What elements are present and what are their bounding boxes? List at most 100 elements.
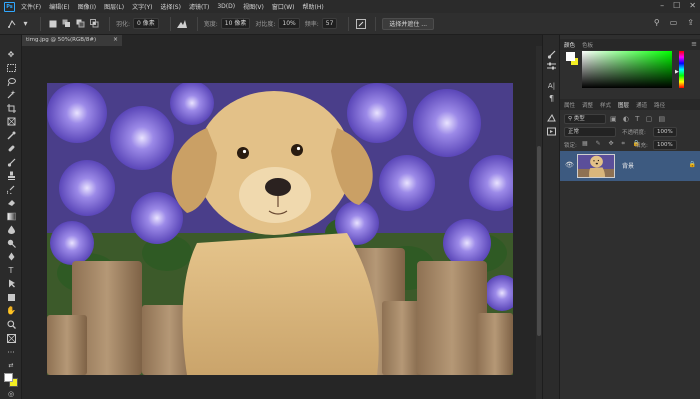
marquee-icon[interactable] — [5, 63, 17, 73]
tab-layers[interactable]: 图层 — [618, 101, 629, 109]
select-and-mask-button[interactable]: 选择并遮住 ... — [382, 17, 435, 30]
eyedropper-icon[interactable] — [5, 130, 17, 140]
layer-row-background[interactable]: 👁 背景 🔒 — [560, 151, 700, 181]
adjustments-icon[interactable] — [546, 61, 557, 71]
new-selection-icon[interactable] — [47, 18, 58, 29]
tab-paths[interactable]: 路径 — [654, 101, 665, 109]
hue-slider[interactable] — [679, 51, 684, 88]
menu-3d[interactable]: 3D(D) — [217, 3, 235, 10]
separator — [40, 16, 41, 31]
menu-layer[interactable]: 图层(L) — [104, 2, 124, 11]
character-icon[interactable]: A| — [546, 81, 557, 91]
contrast-input[interactable]: 10% — [278, 18, 300, 29]
panel-icon-column: A| ¶ — [542, 35, 559, 399]
opacity-input[interactable]: 100% — [653, 127, 677, 137]
anti-alias-icon[interactable] — [177, 18, 188, 29]
layer-filter-select[interactable]: ⚲ 类型 — [564, 114, 606, 124]
photoshop-logo: Ps — [4, 1, 15, 12]
foreground-color-swatch[interactable] — [4, 373, 13, 382]
minimize-button[interactable]: – — [660, 1, 664, 10]
blend-mode-select[interactable]: 正常 — [564, 127, 616, 137]
magnetic-lasso-icon[interactable] — [6, 18, 17, 29]
tools-panel: ✥ T ✋ ··· ⇄ ◎ — [0, 35, 22, 399]
menu-type[interactable]: 文字(Y) — [132, 2, 152, 11]
color-picker-field[interactable] — [582, 51, 672, 88]
menu-bar: Ps 文件(F) 编辑(E) 图像(I) 图层(L) 文字(Y) 选择(S) 滤… — [0, 0, 700, 13]
tab-styles[interactable]: 样式 — [600, 101, 611, 109]
layer-lock-icon: 🔒 — [688, 161, 696, 168]
close-document-icon[interactable]: × — [113, 36, 118, 43]
canvas-area[interactable] — [22, 46, 536, 399]
subtract-selection-icon[interactable] — [75, 18, 86, 29]
menu-image[interactable]: 图像(I) — [78, 2, 96, 11]
layer-filter-icons[interactable]: ▣ ◐ T ▢ ▤ — [610, 115, 667, 123]
layer-thumbnail — [577, 154, 615, 178]
brush-icon[interactable] — [5, 157, 17, 167]
search-icon[interactable]: ⚲ — [654, 18, 660, 27]
3d-icon[interactable] — [546, 113, 557, 123]
add-selection-icon[interactable] — [61, 18, 72, 29]
color-foreground-swatch[interactable] — [566, 52, 575, 61]
healing-brush-icon[interactable] — [5, 143, 17, 153]
lasso-icon[interactable] — [5, 76, 17, 86]
maximize-button[interactable]: ☐ — [673, 1, 680, 10]
menu-filter[interactable]: 滤镜(T) — [189, 2, 209, 11]
dodge-icon[interactable] — [5, 238, 17, 248]
edit-toolbar-icon[interactable] — [5, 333, 17, 343]
pen-icon[interactable] — [5, 251, 17, 261]
separator — [375, 16, 377, 31]
move-icon[interactable]: ✥ — [5, 49, 17, 59]
width-input[interactable]: 10 像素 — [220, 18, 251, 29]
eraser-icon[interactable] — [5, 197, 17, 207]
swap-colors-icon[interactable]: ⇄ — [5, 360, 17, 370]
timeline-icon[interactable] — [546, 126, 557, 136]
fill-label: 填充: — [635, 143, 648, 149]
history-brush-icon[interactable] — [5, 184, 17, 194]
window-controls: – ☐ ✕ — [660, 1, 696, 10]
document-tab[interactable]: timg.jpg @ 50%(RGB/8#) × — [22, 35, 122, 46]
document-image[interactable] — [47, 83, 513, 375]
frame-icon[interactable] — [5, 116, 17, 126]
menu-edit[interactable]: 编辑(E) — [49, 2, 69, 11]
frequency-label: 频率: — [304, 21, 319, 28]
gradient-icon[interactable] — [5, 211, 17, 221]
scrollbar-thumb[interactable] — [537, 146, 541, 336]
path-select-icon[interactable] — [5, 278, 17, 288]
crop-icon[interactable] — [5, 103, 17, 113]
layer-name[interactable]: 背景 — [622, 161, 634, 170]
tab-properties[interactable]: 属性 — [564, 101, 575, 109]
tool-preset-dropdown-icon[interactable]: ▾ — [20, 18, 31, 29]
menu-select[interactable]: 选择(S) — [160, 2, 181, 11]
menu-help[interactable]: 帮助(H) — [303, 2, 324, 11]
tab-adjustments[interactable]: 调整 — [582, 101, 593, 109]
quick-mask-icon[interactable]: ◎ — [5, 389, 17, 399]
visibility-eye-icon[interactable]: 👁 — [565, 161, 574, 169]
more-icon[interactable]: ··· — [5, 347, 17, 357]
intersect-selection-icon[interactable] — [89, 18, 100, 29]
close-button[interactable]: ✕ — [689, 1, 696, 10]
tab-color[interactable]: 颜色 — [564, 41, 575, 49]
menu-file[interactable]: 文件(F) — [21, 2, 41, 11]
magic-wand-icon[interactable] — [5, 89, 17, 99]
tab-swatches[interactable]: 色板 — [582, 41, 593, 49]
tab-channels[interactable]: 通道 — [636, 101, 647, 109]
brush-settings-icon[interactable] — [546, 49, 557, 59]
paragraph-icon[interactable]: ¶ — [546, 93, 557, 103]
hand-icon[interactable]: ✋ — [5, 305, 17, 315]
stamp-icon[interactable] — [5, 170, 17, 180]
menu-window[interactable]: 窗口(W) — [272, 2, 295, 11]
zoom-icon[interactable] — [5, 319, 17, 329]
pen-pressure-icon[interactable] — [355, 18, 366, 29]
shape-icon[interactable] — [5, 292, 17, 302]
menu-view[interactable]: 视图(V) — [243, 2, 264, 11]
panel-menu-icon[interactable]: ≡ — [691, 40, 697, 48]
fill-input[interactable]: 100% — [653, 140, 677, 150]
layers-panel-tabs: 属性 调整 样式 图层 通道 路径 — [560, 99, 700, 110]
frequency-input[interactable]: 57 — [321, 18, 338, 29]
workspace-icon[interactable]: ▭ — [670, 18, 678, 27]
share-icon[interactable]: ⇪ — [687, 18, 694, 27]
feather-input[interactable]: 0 像素 — [133, 18, 159, 29]
blur-icon[interactable] — [5, 224, 17, 234]
document-tab-label: timg.jpg @ 50%(RGB/8#) — [26, 37, 97, 43]
type-icon[interactable]: T — [5, 265, 17, 275]
